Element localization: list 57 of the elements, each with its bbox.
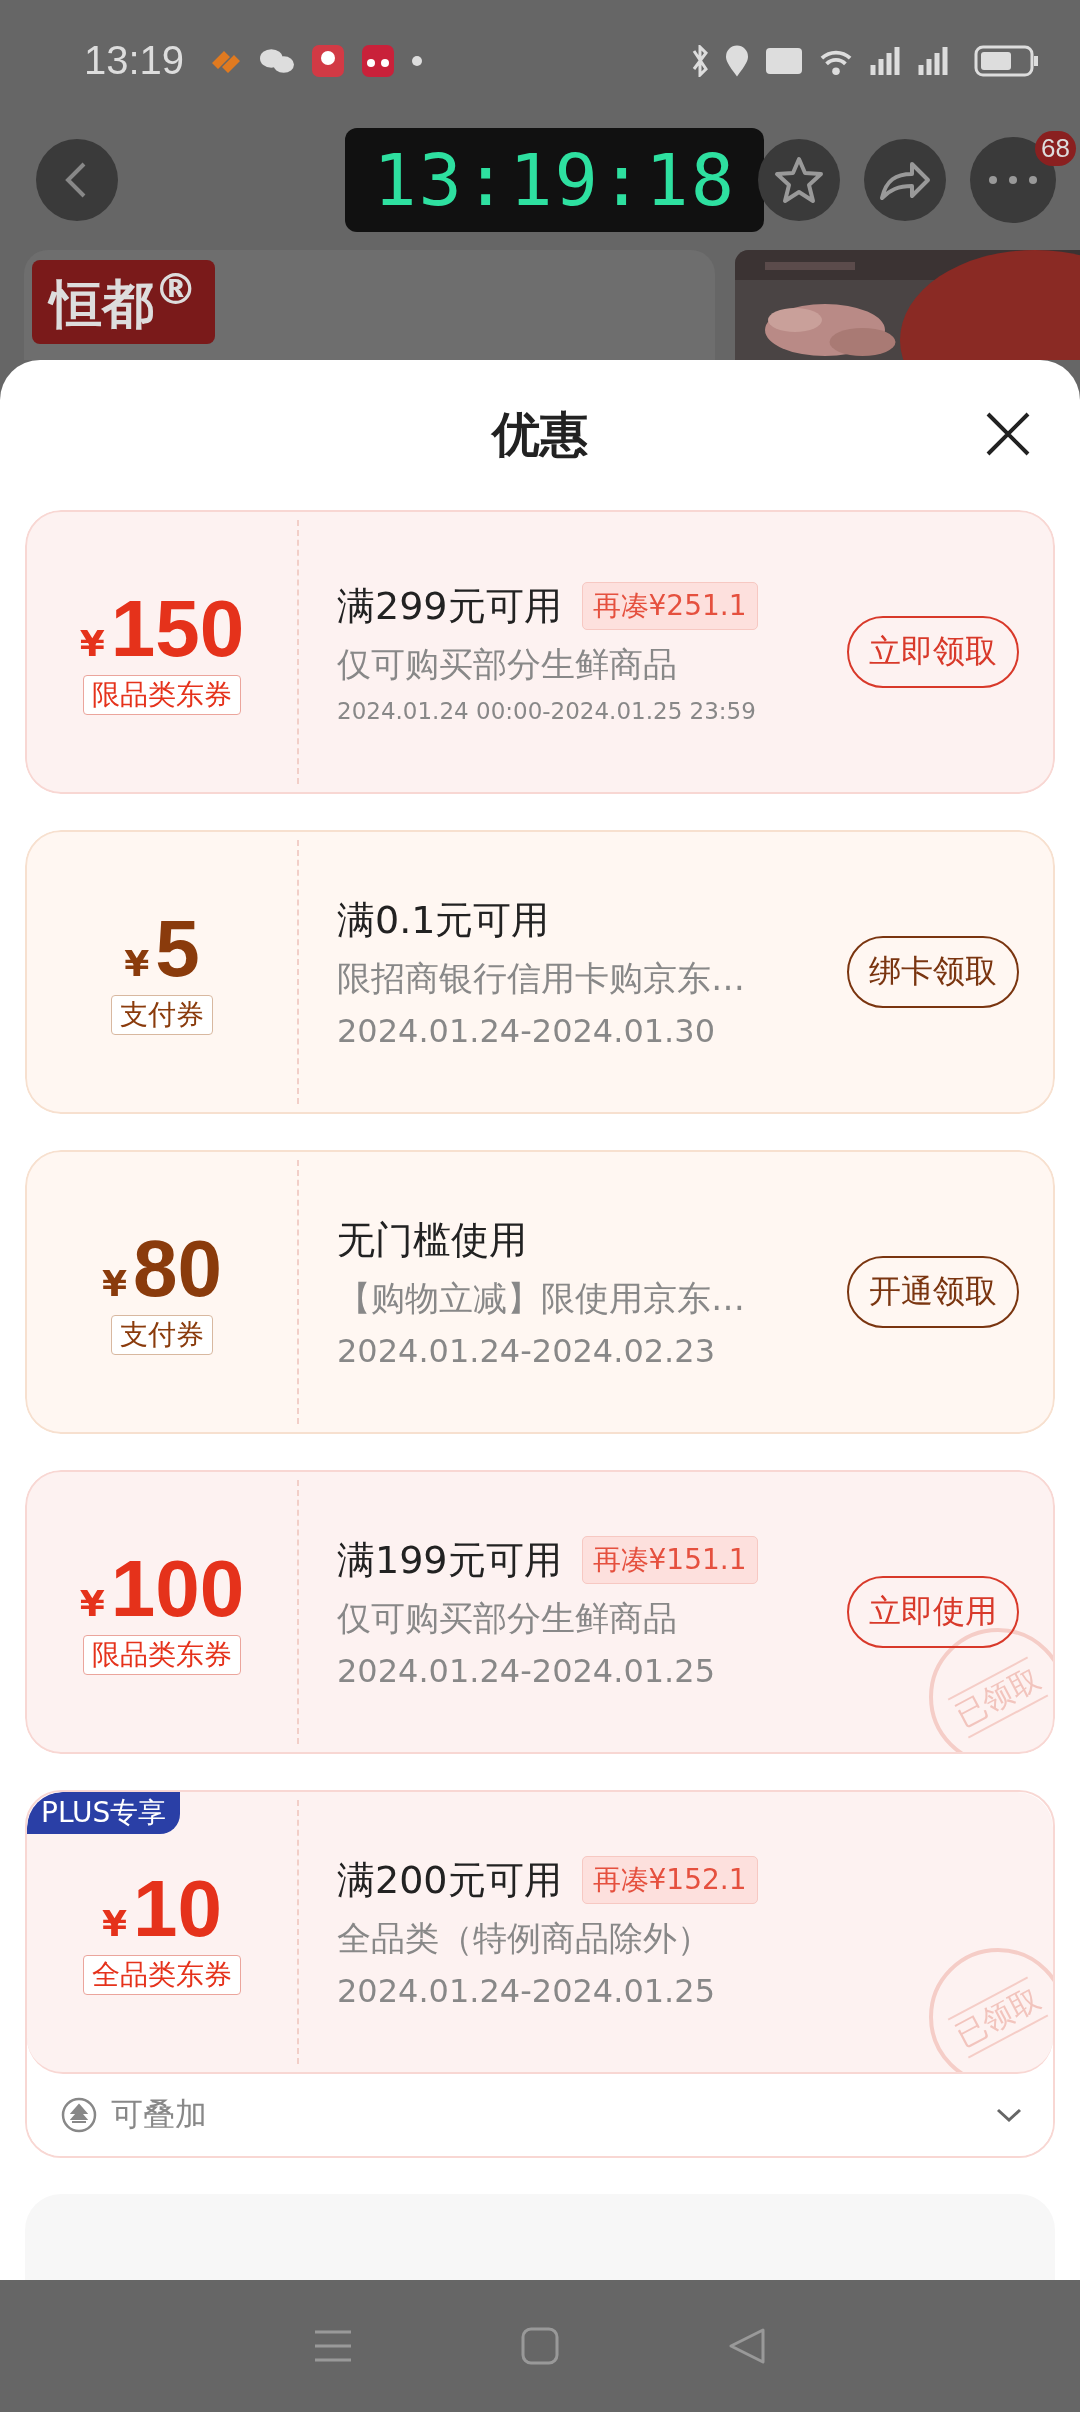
- currency-symbol: ¥: [124, 943, 150, 984]
- coupon-type-tag: 全品类东券: [83, 1955, 241, 1995]
- currency-symbol: ¥: [79, 623, 105, 664]
- top-up-tag: 再凑¥251.1: [581, 582, 758, 630]
- coupon-type-tag: 支付券: [111, 1315, 213, 1355]
- dot-icon: [412, 55, 423, 66]
- coupon-amount: 150: [110, 589, 245, 669]
- coupon-description: 仅可购买部分生鲜商品: [337, 1596, 677, 1640]
- bluetooth-icon: [692, 44, 708, 77]
- coupon-condition: 无门槛使用: [337, 1216, 527, 1264]
- more-icon: [988, 174, 1038, 185]
- clock-widget: 13:19:18: [345, 127, 764, 232]
- chat-icon: [260, 46, 295, 75]
- coupon-condition: 满299元可用: [337, 582, 562, 630]
- top-up-tag: 再凑¥151.1: [581, 1536, 758, 1584]
- sheet-title: 优惠: [492, 405, 588, 464]
- coupon-condition: 满0.1元可用: [337, 896, 550, 944]
- validity-date: 2024.01.24-2024.01.25: [337, 1971, 715, 2010]
- chevron-down-icon[interactable]: [995, 2106, 1023, 2124]
- location-icon: [726, 44, 748, 77]
- coupon-description: 限招商银行信用卡购京东…: [337, 956, 745, 1000]
- battery-icon: [974, 43, 1040, 78]
- validity-date: 2024.01.24-2024.01.30: [337, 1011, 715, 1050]
- top-up-tag: 再凑¥152.1: [581, 1856, 758, 1904]
- validity-date: 2024.01.24-2024.01.25: [337, 1651, 715, 1690]
- stackable-label: 可叠加: [111, 2094, 207, 2135]
- coupon-button[interactable]: 立即使用: [847, 1576, 1019, 1648]
- currency-symbol: ¥: [79, 1583, 105, 1624]
- status-time: 13:19: [84, 38, 185, 84]
- coupon-amount: 100: [110, 1549, 245, 1629]
- coupon-type-tag: 支付券: [111, 995, 213, 1035]
- coupon-description: 仅可购买部分生鲜商品: [337, 642, 677, 686]
- coupon-button[interactable]: 开通领取: [847, 1256, 1019, 1328]
- coupon-type-tag: 限品类东券: [83, 1635, 241, 1675]
- close-icon[interactable]: [984, 410, 1032, 458]
- coupon-condition: 满200元可用: [337, 1856, 562, 1904]
- coupon-description: 【购物立减】限使用京东…: [337, 1276, 745, 1320]
- validity-date: 2024.01.24 00:00-2024.01.25 23:59: [337, 697, 756, 724]
- stack-icon: [61, 2097, 97, 2133]
- coupon-type-tag: 限品类东券: [83, 675, 241, 715]
- plus-badge: PLUS专享: [27, 1792, 181, 1834]
- currency-symbol: ¥: [101, 1903, 128, 1944]
- coupon-button[interactable]: 绑卡领取: [847, 936, 1019, 1008]
- coupon-button[interactable]: 立即领取: [847, 616, 1019, 688]
- currency-symbol: ¥: [101, 1263, 128, 1304]
- notification-badge: 68: [1035, 130, 1076, 166]
- brand-logo: 恒都$^{®}$: [32, 260, 216, 345]
- star-icon: [773, 154, 825, 205]
- coupon-amount: 10: [133, 1869, 222, 1949]
- coupon-amount: 80: [133, 1229, 222, 1309]
- validity-date: 2024.01.24-2024.02.23: [337, 1331, 715, 1370]
- app-icon: [312, 44, 345, 77]
- coupon-description: 全品类（特例商品除外）: [337, 1916, 711, 1960]
- coupon-amount: 5: [155, 909, 200, 989]
- signal-icon: [918, 46, 948, 75]
- coupon-condition: 满199元可用: [337, 1536, 562, 1584]
- signal-icon: [870, 46, 900, 75]
